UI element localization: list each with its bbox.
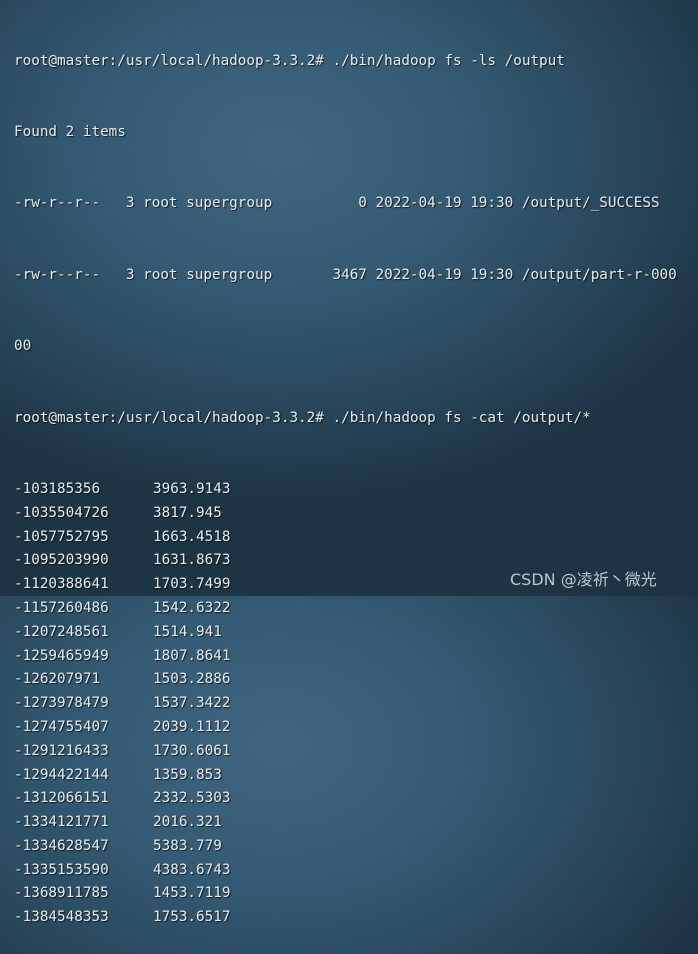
output-row: -126207971 1503.2886 (14, 668, 677, 692)
row-value: 1537.3422 (153, 695, 231, 712)
output-row: -1368911785 1453.7119 (14, 882, 677, 906)
output-row: -1291216433 1730.6061 (14, 740, 677, 764)
row-key: -1384548353 (14, 909, 109, 926)
row-value: 1807.8641 (153, 647, 231, 664)
row-value: 4383.6743 (153, 861, 231, 878)
output-row: -1384548353 1753.6517 (14, 906, 677, 930)
row-value: 2332.5303 (153, 790, 231, 807)
row-key: -1095203990 (14, 552, 109, 569)
terminal-line: 00 (14, 338, 32, 355)
output-row: -1157260486 1542.6322 (14, 597, 677, 621)
output-row: -1273978479 1537.3422 (14, 692, 677, 716)
output-row: -1207248561 1514.941 (14, 621, 677, 645)
output-row: -1335153590 4383.6743 (14, 859, 677, 883)
row-value: 3963.9143 (153, 480, 231, 497)
row-key: -1294422144 (14, 766, 109, 783)
output-row: -103185356 3963.9143 (14, 478, 677, 502)
row-key: -1334121771 (14, 814, 109, 831)
terminal-output[interactable]: root@master:/usr/local/hadoop-3.3.2# ./b… (14, 2, 677, 954)
row-value: 1514.941 (153, 623, 222, 640)
row-key: -1207248561 (14, 623, 109, 640)
row-value: 1453.7119 (153, 885, 231, 902)
output-row: -1294422144 1359.853 (14, 764, 677, 788)
row-key: -1057752795 (14, 528, 109, 545)
row-value: 1542.6322 (153, 599, 231, 616)
row-value: 1730.6061 (153, 742, 231, 759)
terminal-line: root@master:/usr/local/hadoop-3.3.2# ./b… (14, 409, 591, 426)
row-value: 2016.321 (153, 814, 222, 831)
row-value: 1703.7499 (153, 576, 231, 593)
row-key: -1157260486 (14, 599, 109, 616)
row-key: -1259465949 (14, 647, 109, 664)
output-row: -1035504726 3817.945 (14, 502, 677, 526)
row-key: -1334628547 (14, 837, 109, 854)
row-value: 1359.853 (153, 766, 222, 783)
terminal-line: Found 2 items (14, 123, 126, 140)
output-row: -1312066151 2332.5303 (14, 787, 677, 811)
output-row: -1334121771 2016.321 (14, 811, 677, 835)
row-value: 1753.6517 (153, 909, 231, 926)
row-key: -1291216433 (14, 742, 109, 759)
row-key: -1368911785 (14, 885, 109, 902)
row-key: -1273978479 (14, 695, 109, 712)
output-row: -1274755407 2039.1112 (14, 716, 677, 740)
row-value: 3817.945 (153, 504, 222, 521)
row-value: 1663.4518 (153, 528, 231, 545)
terminal-line: -rw-r--r-- 3 root supergroup 0 2022-04-1… (14, 195, 660, 212)
row-key: -103185356 (14, 480, 101, 497)
output-row: -1334628547 5383.779 (14, 835, 677, 859)
watermark: CSDN @凌祈丶微光 (510, 570, 657, 589)
row-key: -1335153590 (14, 861, 109, 878)
terminal-line: -rw-r--r-- 3 root supergroup 3467 2022-0… (14, 266, 677, 283)
row-value: 5383.779 (153, 837, 222, 854)
row-value: 1631.8673 (153, 552, 231, 569)
row-key: -1120388641 (14, 576, 109, 593)
row-key: -1312066151 (14, 790, 109, 807)
output-row: -1259465949 1807.8641 (14, 645, 677, 669)
row-value: 1503.2886 (153, 671, 231, 688)
output-row: -1057752795 1663.4518 (14, 526, 677, 550)
row-key: -1035504726 (14, 504, 109, 521)
terminal-line: root@master:/usr/local/hadoop-3.3.2# ./b… (14, 52, 565, 69)
row-key: -1274755407 (14, 718, 109, 735)
row-key: -126207971 (14, 671, 101, 688)
row-value: 2039.1112 (153, 718, 231, 735)
